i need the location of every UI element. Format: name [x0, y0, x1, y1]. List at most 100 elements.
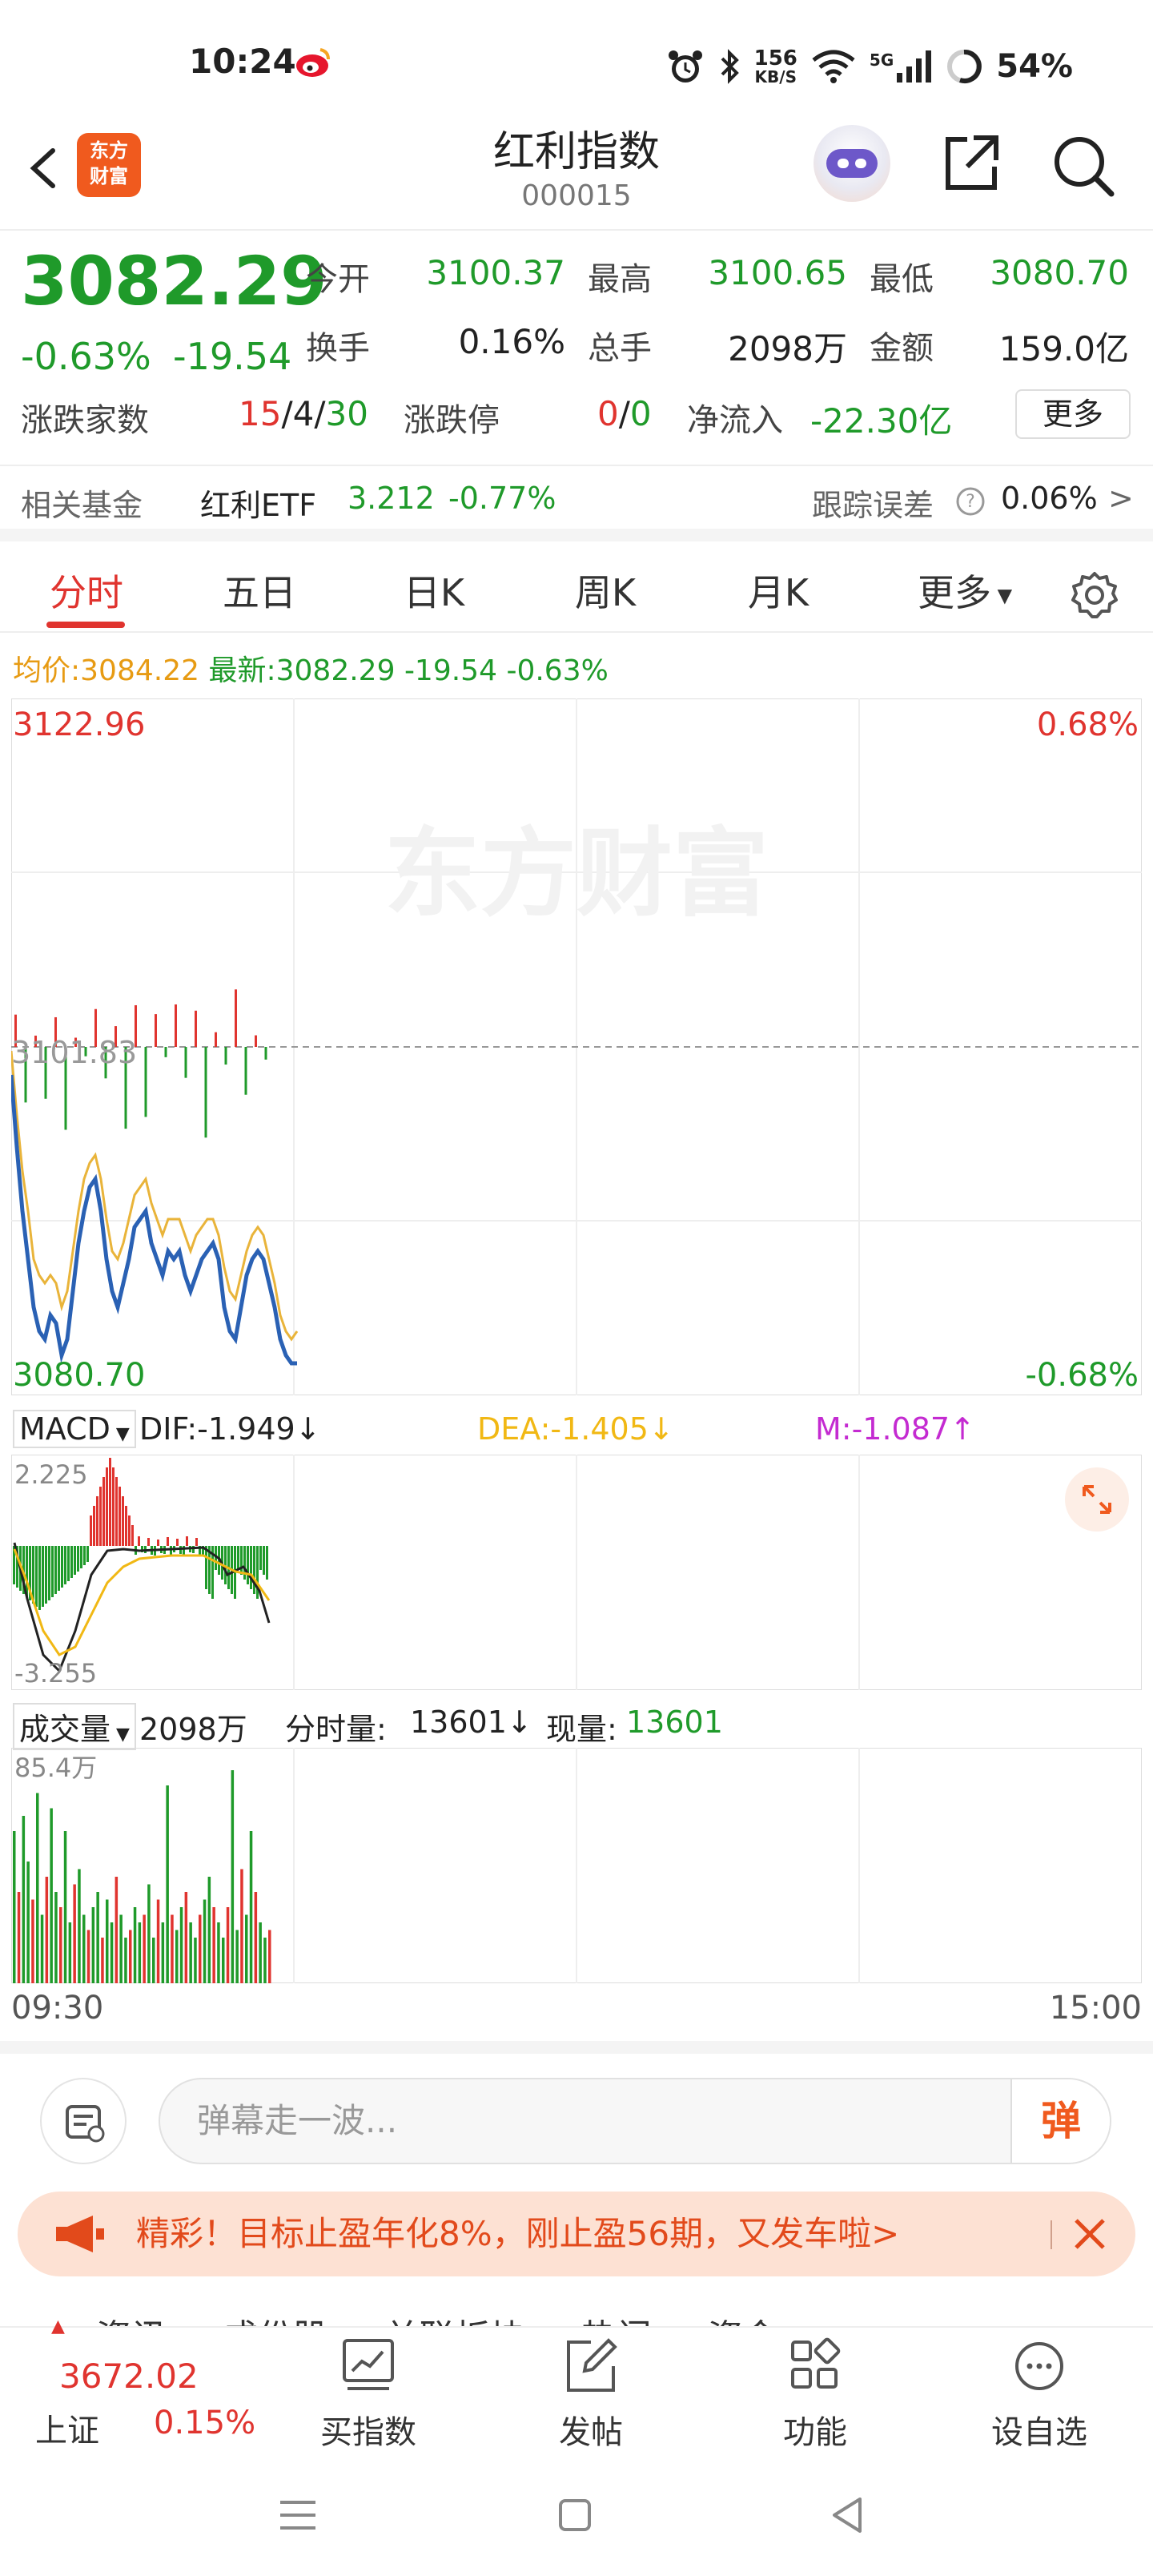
- tab-five-day[interactable]: 五日: [205, 553, 314, 633]
- tab-intraday[interactable]: 分时: [32, 553, 141, 633]
- fund-arrow[interactable]: >: [1108, 481, 1134, 516]
- breadth-label: 涨跌家数: [21, 402, 149, 439]
- macd-selector[interactable]: MACD ▼: [13, 1410, 136, 1448]
- amount-label: 金额: [870, 330, 934, 367]
- macd-chart[interactable]: 2.225 -3.255: [11, 1455, 1142, 1690]
- gear-icon[interactable]: [1070, 570, 1119, 620]
- macd-bar-down: [61, 1546, 63, 1588]
- home-icon[interactable]: [556, 2496, 594, 2534]
- volume-bar-down: [133, 1907, 137, 1983]
- breadth-down: 30: [325, 394, 368, 433]
- amount-value: 159.0亿: [998, 329, 1129, 368]
- index-ticker[interactable]: ▲ 3672.02 上证 0.15%: [32, 2316, 272, 2453]
- macd-bar-down: [253, 1546, 255, 1594]
- network-speed: 156 KB/S: [754, 48, 797, 85]
- macd-bar-up: [99, 1487, 102, 1546]
- app-logo[interactable]: 东方 财富: [77, 133, 141, 197]
- more-button[interactable]: 更多: [1015, 389, 1131, 439]
- macd-bar-down: [70, 1546, 73, 1578]
- volume-bar-down: [222, 1938, 225, 1983]
- header: 红利指数 000015 东方 财富: [0, 120, 1153, 231]
- tab-monthly-k[interactable]: 月K: [724, 553, 833, 633]
- danmu-send-button[interactable]: 弹: [1010, 2079, 1110, 2163]
- edit-icon: [567, 2338, 617, 2392]
- share-icon[interactable]: [938, 131, 1002, 195]
- volume-bar-up: [86, 1930, 90, 1983]
- volume-bar-down: [179, 1907, 183, 1983]
- latest-value: 3082.29: [275, 654, 396, 687]
- volume-bar-down: [217, 1922, 220, 1983]
- flow-bar-up: [255, 1035, 257, 1047]
- flow-bar-down: [144, 1047, 147, 1117]
- related-fund-bar[interactable]: 相关基金 红利ETF 3.212 -0.77% 跟踪误差 ? 0.06% >: [0, 465, 1153, 541]
- flow-bar-down: [204, 1047, 207, 1138]
- status-bar: 10:24 156 KB/S 5G 54%: [0, 0, 1153, 120]
- recent-apps-icon[interactable]: [277, 2496, 319, 2534]
- volume-bar-down: [54, 1892, 58, 1983]
- danmu-settings-icon[interactable]: [40, 2078, 127, 2164]
- promo-banner[interactable]: 精彩！目标止盈年化8%，刚止盈56期，又发车啦>: [18, 2192, 1135, 2276]
- limit-up: 0: [597, 394, 619, 433]
- promo-separator: [1051, 2220, 1052, 2249]
- search-icon[interactable]: [1049, 131, 1118, 200]
- macd-bar-down: [45, 1546, 47, 1604]
- macd-bar-up: [96, 1496, 98, 1546]
- tab-more[interactable]: 更多 ▼: [897, 553, 1033, 633]
- back-icon[interactable]: [19, 139, 67, 195]
- fund-name[interactable]: 红利ETF: [200, 481, 316, 525]
- megaphone-icon: [56, 2216, 104, 2252]
- volume-label: 总手: [588, 330, 652, 367]
- back-nav-icon[interactable]: [828, 2494, 866, 2536]
- intraday-chart[interactable]: 东方财富 3101.83 3122.96 0.68% 3080.70 -0.68…: [11, 698, 1142, 1395]
- tab-weekly-k[interactable]: 周K: [551, 553, 660, 633]
- macd-bar-down: [67, 1546, 70, 1581]
- top-pct-label: 0.68%: [1037, 706, 1139, 743]
- volume-selector[interactable]: 成交量 ▼: [13, 1703, 136, 1750]
- volume-bar-down: [161, 1922, 165, 1983]
- nav-buy-index[interactable]: 买指数: [288, 2328, 448, 2453]
- tracking-error-label: 跟踪误差: [812, 488, 934, 523]
- macd-min-label: -3.255: [14, 1658, 97, 1688]
- close-icon[interactable]: [1071, 2216, 1108, 2252]
- volume-bar-up: [268, 1930, 271, 1983]
- macd-bar-down: [183, 1546, 185, 1555]
- breadth-flat: 4: [292, 394, 315, 433]
- flow-bar-down: [224, 1047, 227, 1065]
- macd-bar-down: [38, 1546, 41, 1610]
- danmu-input[interactable]: 弹幕走一波...: [159, 2078, 1111, 2164]
- nav-buy-index-label: 买指数: [320, 2414, 416, 2451]
- volume-bar-up: [212, 1907, 215, 1983]
- volume-bar-down: [152, 1938, 155, 1983]
- sh-index-value: 3672.02: [59, 2357, 199, 2396]
- tab-daily-k[interactable]: 日K: [380, 553, 488, 633]
- volume-bar-down: [175, 1930, 179, 1983]
- battery-ring-icon: [947, 50, 982, 83]
- nav-add-watchlist[interactable]: 设自选: [959, 2328, 1119, 2453]
- macd-bar-up: [115, 1477, 118, 1546]
- macd-bar-down: [250, 1546, 252, 1589]
- macd-bar-down: [205, 1546, 207, 1589]
- nav-post[interactable]: 发帖: [511, 2328, 671, 2453]
- macd-bar-down: [77, 1546, 79, 1572]
- macd-bar-down: [240, 1546, 243, 1575]
- wifi-icon: [812, 50, 855, 83]
- chart-tabs: 分时 五日 日K 周K 月K 更多 ▼: [0, 553, 1153, 633]
- volume-bar-down: [82, 1914, 86, 1983]
- fund-price: 3.212: [348, 481, 435, 516]
- robot-assistant-icon[interactable]: [814, 125, 890, 202]
- volume-chart[interactable]: 85.4万: [11, 1748, 1142, 1983]
- nav-functions[interactable]: 功能: [735, 2328, 895, 2453]
- sh-index-pct: 0.15%: [154, 2405, 256, 2441]
- volume-name: 成交量: [19, 1712, 111, 1747]
- macd-bar-down: [266, 1546, 268, 1580]
- flow-bar-up: [175, 1004, 177, 1047]
- more-dots-icon: [1015, 2342, 1063, 2390]
- flow-bar-up: [235, 989, 237, 1047]
- help-icon[interactable]: ?: [954, 485, 986, 517]
- volume-bar-down: [22, 1816, 26, 1983]
- expand-icon[interactable]: [1065, 1467, 1129, 1532]
- volume-bar-down: [124, 1938, 127, 1983]
- tick-volume-value: 13601↓: [410, 1705, 532, 1740]
- macd-bar-up: [109, 1458, 111, 1546]
- signal-indicator: 5G: [870, 50, 932, 83]
